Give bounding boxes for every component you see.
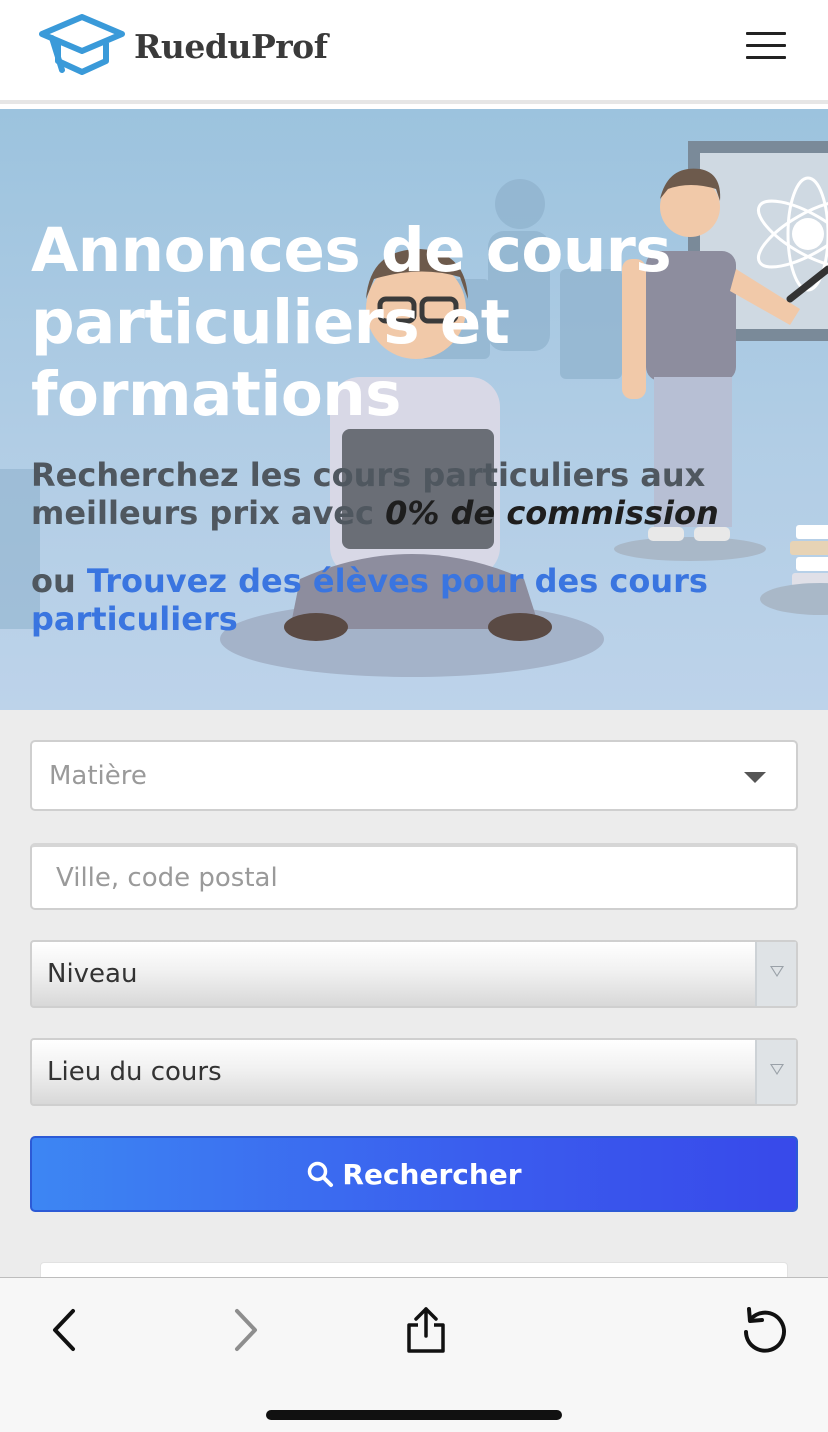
chevron-down-icon: [744, 772, 766, 783]
chevron-down-icon: [755, 942, 796, 1006]
chevron-right-icon: [235, 1309, 257, 1351]
search-button[interactable]: Rechercher: [30, 1136, 798, 1212]
site-header: RueduProf: [0, 0, 828, 104]
place-selected-value: Lieu du cours: [47, 1057, 222, 1087]
content-section: [0, 1242, 828, 1282]
hero-cta-prefix: ou: [31, 562, 87, 600]
forward-button[interactable]: [216, 1302, 276, 1358]
hero-subtitle: Recherchez les cours particuliers aux me…: [31, 456, 791, 532]
level-selected-value: Niveau: [47, 959, 138, 989]
place-select[interactable]: Lieu du cours: [30, 1038, 798, 1106]
browser-toolbar: [0, 1277, 828, 1432]
location-input[interactable]: Ville, code postal: [30, 843, 798, 910]
find-students-link[interactable]: Trouvez des élèves pour des cours partic…: [31, 562, 708, 638]
location-placeholder: Ville, code postal: [56, 862, 278, 893]
brand-name: RueduProf: [134, 26, 328, 66]
subject-select[interactable]: Matière: [30, 740, 798, 811]
search-icon: [308, 1161, 334, 1187]
chevron-left-icon: [53, 1309, 75, 1351]
subject-placeholder: Matière: [49, 760, 147, 791]
graduation-cap-icon: [39, 14, 125, 75]
brand-logo[interactable]: RueduProf: [38, 14, 328, 78]
chevron-down-icon: [755, 1040, 796, 1104]
reload-icon: [744, 1307, 786, 1353]
hero-cta: ou Trouvez des élèves pour des cours par…: [31, 562, 791, 638]
search-form: Matière Ville, code postal Niveau Lieu d…: [0, 710, 828, 1242]
hero-subtitle-emphasis: 0% de commission: [385, 494, 719, 532]
hamburger-menu-icon[interactable]: [740, 28, 792, 64]
level-select[interactable]: Niveau: [30, 940, 798, 1008]
share-button[interactable]: [396, 1302, 456, 1358]
home-indicator: [266, 1410, 562, 1420]
back-button[interactable]: [34, 1302, 94, 1358]
hero-banner: Annonces de cours particuliers et format…: [0, 109, 828, 710]
hero-title: Annonces de cours particuliers et format…: [31, 215, 672, 430]
share-icon: [407, 1307, 445, 1353]
search-button-label: Rechercher: [342, 1157, 522, 1191]
reload-button[interactable]: [734, 1302, 794, 1358]
